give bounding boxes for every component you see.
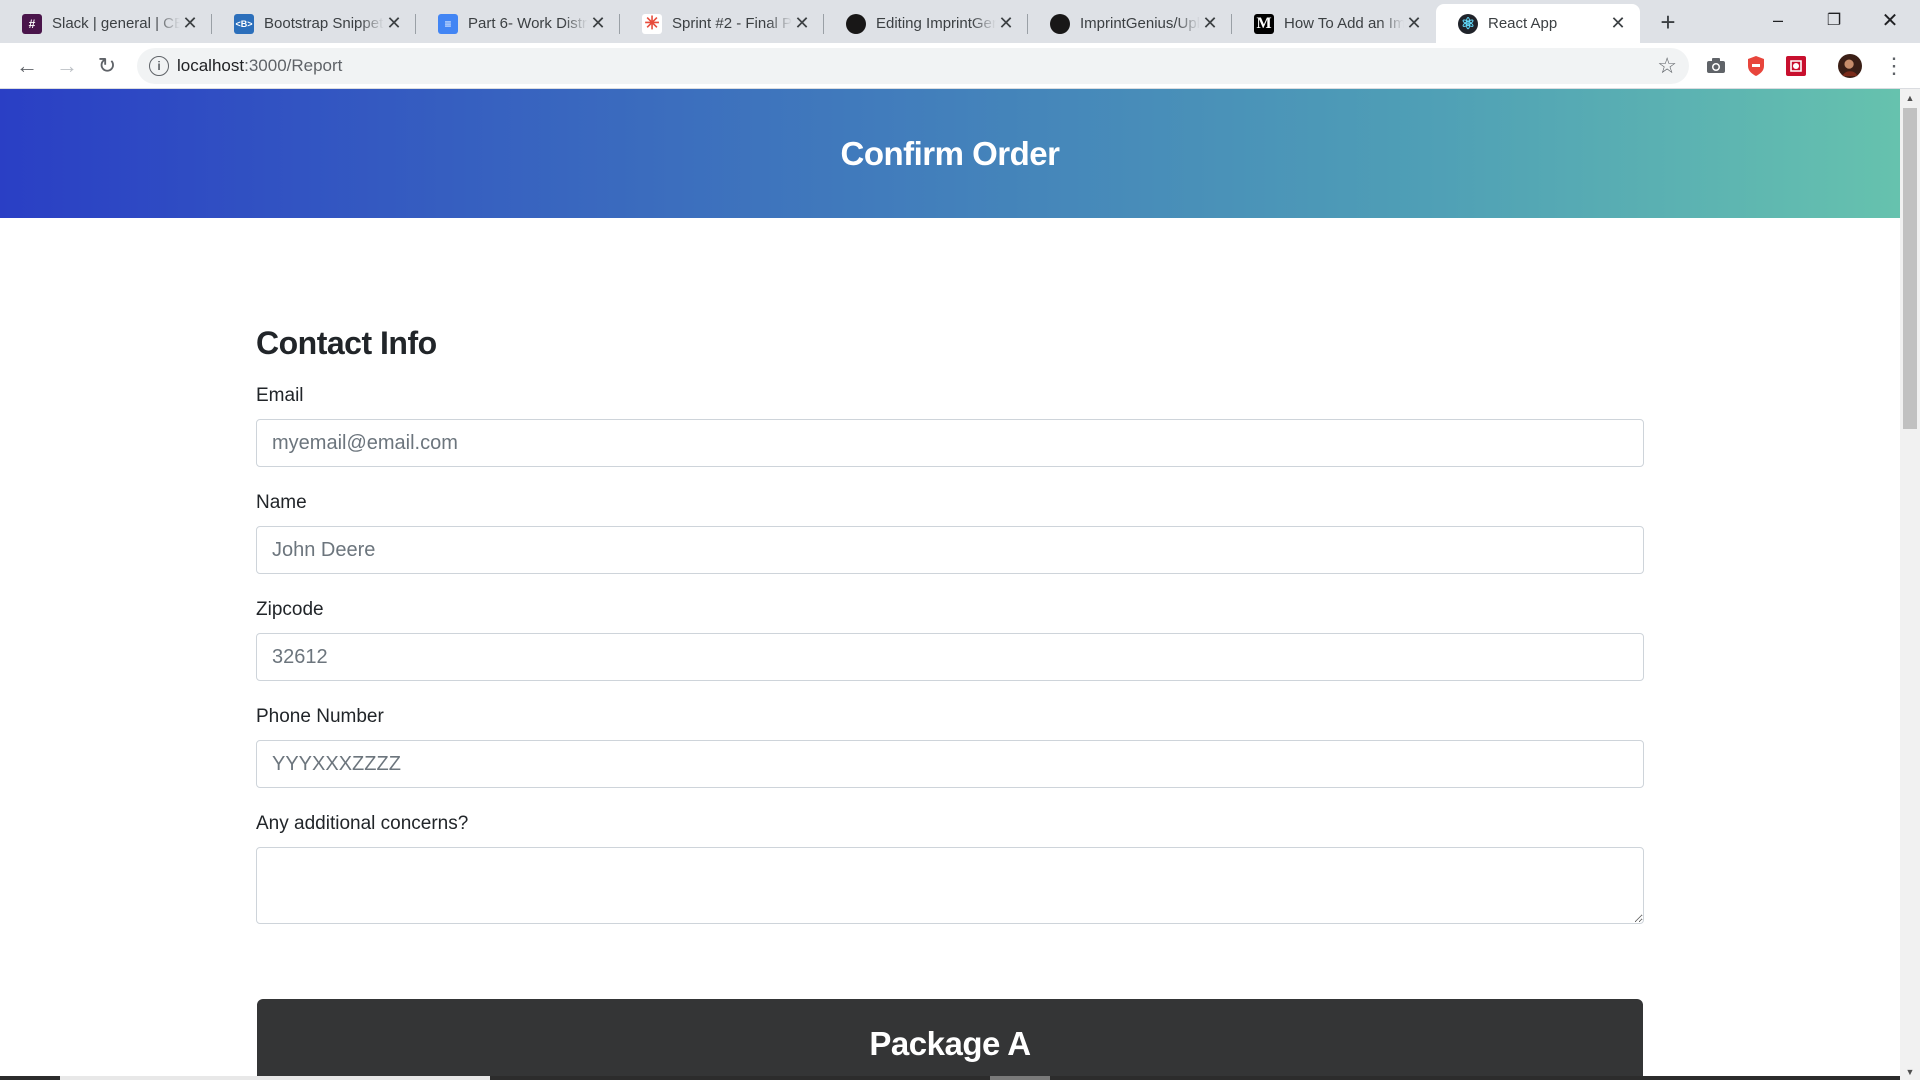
url-path: :3000/Report: [244, 56, 343, 75]
tab-imprintgenius-upload[interactable]: ImprintGenius/Upload ✕: [1028, 4, 1232, 43]
camera-icon[interactable]: [1704, 54, 1728, 78]
phone-group: Phone Number: [256, 704, 1644, 788]
address-url: localhost:3000/Report: [177, 56, 342, 76]
scrollbar-thumb[interactable]: [1903, 108, 1917, 429]
tab-strip: # Slack | general | CE ✕ <B> Bootstrap S…: [0, 0, 1920, 43]
header-banner: Confirm Order: [0, 89, 1900, 218]
tab-bootstrap-snippets[interactable]: <B> Bootstrap Snippets ✕: [212, 4, 416, 43]
close-icon[interactable]: ✕: [588, 13, 608, 34]
shield-icon[interactable]: [1744, 54, 1768, 78]
section-title: Contact Info: [256, 325, 437, 361]
tab-title: Editing ImprintGenius: [876, 15, 996, 32]
back-arrow-icon[interactable]: ←: [10, 49, 44, 83]
medium-icon: M: [1254, 13, 1274, 34]
tab-title: Bootstrap Snippets: [264, 15, 384, 32]
page-title: Confirm Order: [840, 134, 1060, 172]
address-bar[interactable]: i localhost:3000/Report ☆: [137, 48, 1689, 84]
forward-arrow-icon[interactable]: →: [50, 49, 84, 83]
name-field[interactable]: [256, 526, 1644, 574]
tab-title: Part 6- Work Distribution: [468, 15, 588, 32]
package-title: Package A: [869, 1025, 1031, 1062]
phone-field[interactable]: [256, 740, 1644, 788]
name-group: Name: [256, 490, 1644, 574]
page-scrollbar[interactable]: ▲ ▼: [1900, 89, 1920, 1080]
restore-button[interactable]: ❐: [1806, 0, 1862, 40]
sprint-icon: ✳: [642, 13, 662, 34]
email-group: Email: [256, 383, 1644, 467]
zipcode-label: Zipcode: [256, 599, 324, 620]
window-close-button[interactable]: ✕: [1862, 0, 1918, 40]
bookmark-star-icon[interactable]: ☆: [1657, 53, 1677, 79]
bottom-strip: [0, 1076, 1900, 1080]
minimize-button[interactable]: –: [1750, 0, 1806, 40]
tab-title: Sprint #2 - Final Presentation: [672, 15, 792, 32]
page-viewport: Confirm Order Contact Info Email Name Zi…: [0, 89, 1900, 1080]
reload-icon[interactable]: ↻: [90, 49, 124, 83]
scroll-up-arrow-icon[interactable]: ▲: [1900, 89, 1920, 106]
close-icon[interactable]: ✕: [180, 13, 200, 34]
github-icon: [846, 13, 866, 34]
close-icon[interactable]: ✕: [996, 13, 1016, 34]
concerns-textarea[interactable]: [256, 847, 1644, 924]
package-card: Package A: [257, 999, 1643, 1080]
email-field[interactable]: [256, 419, 1644, 467]
info-icon[interactable]: i: [149, 56, 169, 76]
zipcode-group: Zipcode: [256, 597, 1644, 681]
strip-segment: [490, 1076, 1900, 1080]
tab-work-distribution[interactable]: ≡ Part 6- Work Distribution ✕: [416, 4, 620, 43]
github-icon: [1050, 13, 1070, 34]
avatar[interactable]: [1838, 54, 1862, 78]
contact-form: Contact Info Email Name Zipcode Phone Nu…: [256, 325, 1644, 924]
concerns-group: Any additional concerns?: [256, 811, 1644, 924]
tab-sprint-2[interactable]: ✳ Sprint #2 - Final Presentation ✕: [620, 4, 824, 43]
slack-icon: #: [22, 13, 42, 34]
tab-title: ImprintGenius/Upload: [1080, 15, 1200, 32]
close-icon[interactable]: ✕: [792, 13, 812, 34]
tab-title: Slack | general | CE: [52, 15, 180, 32]
zipcode-field[interactable]: [256, 633, 1644, 681]
phone-label: Phone Number: [256, 706, 384, 727]
email-label: Email: [256, 385, 304, 406]
tab-how-to-add-image[interactable]: M How To Add an Image ✕: [1232, 4, 1436, 43]
tab-editing-imprintgenius[interactable]: Editing ImprintGenius ✕: [824, 4, 1028, 43]
tab-title: How To Add an Image: [1284, 15, 1404, 32]
bootstrap-snippet-icon: <B>: [234, 13, 254, 34]
new-tab-button[interactable]: +: [1652, 6, 1684, 38]
tab-react-app[interactable]: ⚛ React App ✕: [1436, 4, 1640, 43]
concerns-label: Any additional concerns?: [256, 813, 469, 834]
strip-segment: [0, 1076, 60, 1080]
tab-title: React App: [1488, 15, 1558, 32]
extension-icon[interactable]: [1784, 54, 1808, 78]
close-icon[interactable]: ✕: [384, 13, 404, 34]
google-docs-icon: ≡: [438, 13, 458, 34]
tab-slack[interactable]: # Slack | general | CE ✕: [0, 4, 212, 43]
browser-toolbar: ← → ↻ i localhost:3000/Report ☆ ⋮: [0, 43, 1920, 89]
scroll-down-arrow-icon[interactable]: ▼: [1900, 1063, 1920, 1080]
close-icon[interactable]: ✕: [1200, 13, 1220, 34]
kebab-menu-icon[interactable]: ⋮: [1882, 53, 1906, 78]
react-icon: ⚛: [1458, 13, 1478, 34]
close-icon[interactable]: ✕: [1404, 13, 1424, 34]
url-host: localhost: [177, 56, 245, 75]
strip-segment: [990, 1076, 1050, 1080]
close-icon[interactable]: ✕: [1608, 13, 1628, 34]
name-label: Name: [256, 492, 307, 513]
